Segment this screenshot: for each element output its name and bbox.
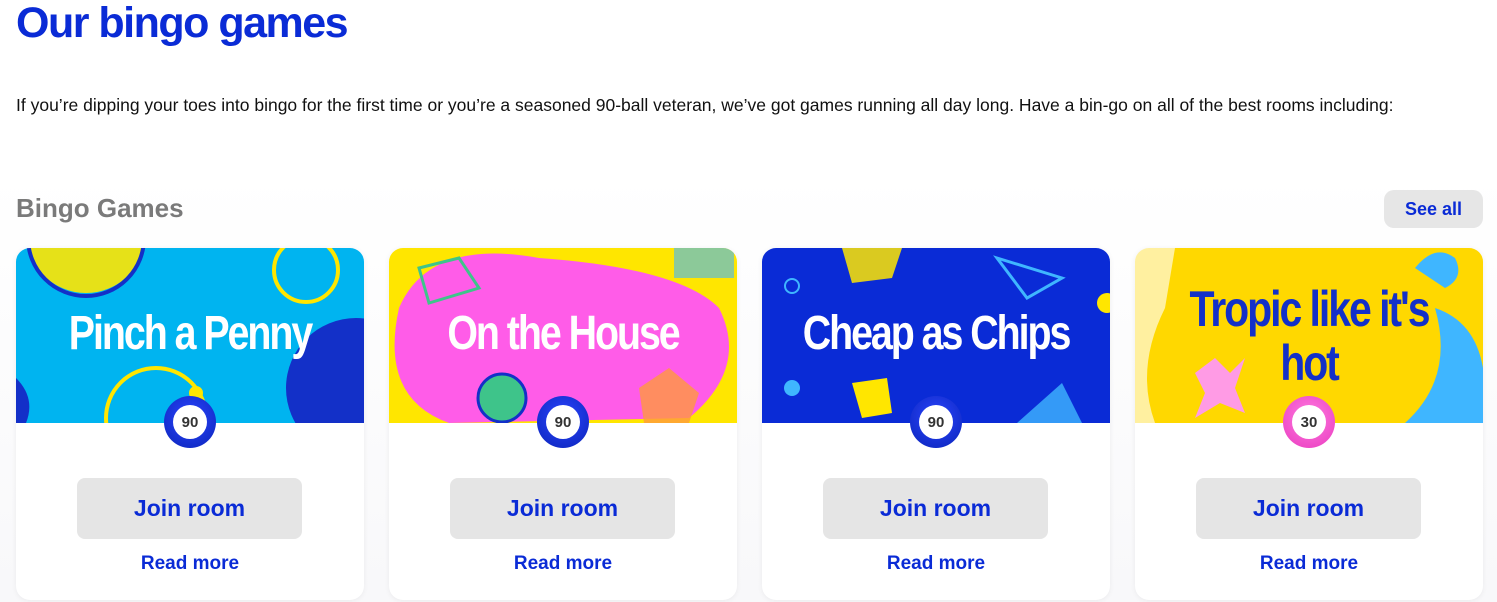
join-room-button[interactable]: Join room bbox=[1196, 478, 1421, 539]
ball-number: 30 bbox=[1292, 405, 1326, 439]
banner-title: Tropic like it's hot bbox=[1189, 281, 1430, 391]
read-more-link[interactable]: Read more bbox=[1135, 551, 1483, 577]
ball-number: 90 bbox=[546, 405, 580, 439]
game-card-pinch-a-penny[interactable]: Pinch a Penny 90 Join room Read more bbox=[16, 248, 364, 600]
read-more-link[interactable]: Read more bbox=[389, 551, 737, 577]
see-all-button[interactable]: See all bbox=[1384, 190, 1483, 228]
ball-badge: 30 bbox=[1283, 396, 1335, 448]
game-card-cheap-as-chips[interactable]: Cheap as Chips 90 Join room Read more bbox=[762, 248, 1110, 600]
page: Our bingo games If you’re dipping your t… bbox=[0, 0, 1497, 602]
bingo-games-section: Bingo Games See all Pinch a Penny 90 Joi… bbox=[0, 172, 1497, 602]
read-more-link[interactable]: Read more bbox=[762, 551, 1110, 577]
ball-badge: 90 bbox=[537, 396, 589, 448]
join-room-button[interactable]: Join room bbox=[823, 478, 1048, 539]
section-title: Bingo Games bbox=[16, 193, 184, 223]
banner-title: On the House bbox=[447, 307, 680, 360]
ball-badge: 90 bbox=[164, 396, 216, 448]
ball-number: 90 bbox=[173, 405, 207, 439]
ball-badge: 90 bbox=[910, 396, 962, 448]
intro-text: If you’re dipping your toes into bingo f… bbox=[16, 95, 1394, 115]
read-more-link[interactable]: Read more bbox=[16, 551, 364, 577]
join-room-button[interactable]: Join room bbox=[450, 478, 675, 539]
ball-number: 90 bbox=[919, 405, 953, 439]
game-card-on-the-house[interactable]: On the House 90 Join room Read more bbox=[389, 248, 737, 600]
game-card-tropic-like-its-hot[interactable]: Tropic like it's hot 30 Join room Read m… bbox=[1135, 248, 1483, 600]
banner-title: Pinch a Penny bbox=[68, 307, 313, 360]
join-room-button[interactable]: Join room bbox=[77, 478, 302, 539]
banner-title: Cheap as Chips bbox=[802, 307, 1072, 360]
page-title: Our bingo games bbox=[16, 0, 349, 47]
